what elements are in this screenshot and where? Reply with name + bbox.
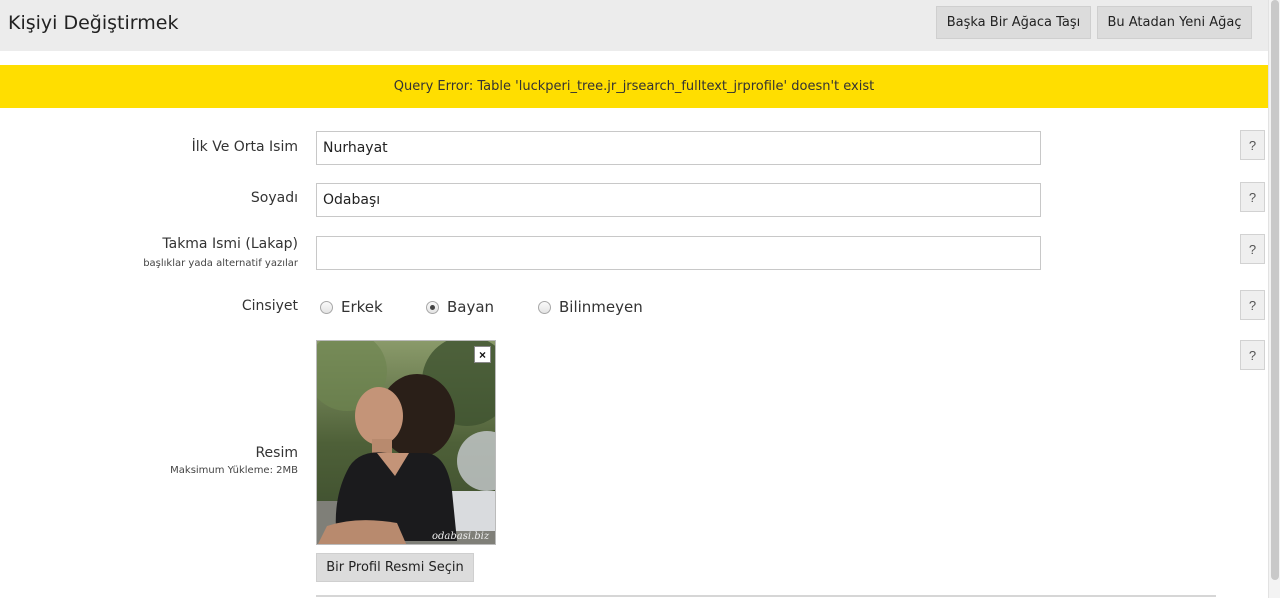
page-title: Kişiyi Değiştirmek bbox=[8, 12, 179, 34]
error-message: Query Error: Table 'luckperi_tree.jr_jrs… bbox=[393, 79, 875, 94]
vertical-scrollbar[interactable] bbox=[1268, 0, 1280, 598]
first-name-label: İlk Ve Orta Isim bbox=[191, 139, 298, 155]
gender-help-button[interactable]: ? bbox=[1240, 290, 1265, 320]
error-banner: Query Error: Table 'luckperi_tree.jr_jrs… bbox=[0, 65, 1268, 108]
surname-help-button[interactable]: ? bbox=[1240, 182, 1265, 212]
nickname-input[interactable] bbox=[316, 236, 1041, 270]
first-name-input[interactable] bbox=[316, 131, 1041, 165]
new-tree-from-ancestor-button[interactable]: Bu Atadan Yeni Ağaç bbox=[1097, 6, 1252, 39]
photo-help-button[interactable]: ? bbox=[1240, 340, 1265, 370]
profile-photo bbox=[316, 340, 496, 545]
gender-option-unknown[interactable]: Bilinmeyen bbox=[538, 298, 643, 316]
photo-sublabel: Maksimum Yükleme: 2MB bbox=[170, 465, 298, 476]
photo-watermark: odabasi.biz bbox=[432, 531, 490, 542]
profile-photo-image bbox=[317, 341, 495, 544]
nickname-sublabel: başlıklar yada alternatif yazılar bbox=[143, 258, 298, 269]
nickname-label: Takma Ismi (Lakap) bbox=[162, 236, 298, 252]
gender-label: Cinsiyet bbox=[241, 298, 298, 314]
gender-option-label: Bilinmeyen bbox=[559, 298, 643, 316]
photo-label: Resim bbox=[255, 445, 298, 461]
move-to-tree-button[interactable]: Başka Bir Ağaca Taşı bbox=[936, 6, 1091, 39]
nickname-help-button[interactable]: ? bbox=[1240, 234, 1265, 264]
first-name-help-button[interactable]: ? bbox=[1240, 130, 1265, 160]
radio-male[interactable] bbox=[320, 300, 333, 314]
radio-female[interactable] bbox=[426, 300, 439, 314]
choose-profile-photo-button[interactable]: Bir Profil Resmi Seçin bbox=[316, 553, 474, 582]
scrollbar-thumb[interactable] bbox=[1271, 0, 1279, 580]
radio-unknown[interactable] bbox=[538, 300, 551, 314]
gender-option-label: Bayan bbox=[447, 298, 495, 316]
gender-option-label: Erkek bbox=[341, 298, 383, 316]
surname-label: Soyadı bbox=[250, 190, 298, 206]
surname-input[interactable] bbox=[316, 183, 1041, 217]
gender-option-male[interactable]: Erkek bbox=[320, 298, 383, 316]
gender-option-female[interactable]: Bayan bbox=[426, 298, 494, 316]
next-field-edge bbox=[316, 595, 1216, 597]
remove-photo-icon[interactable]: × bbox=[474, 346, 491, 363]
